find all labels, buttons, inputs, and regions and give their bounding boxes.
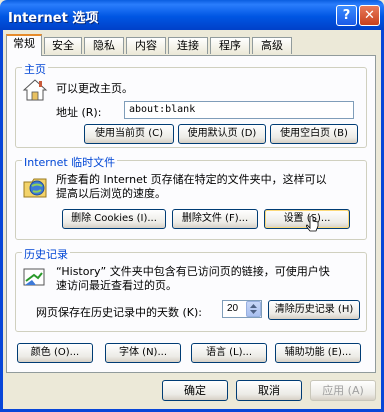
use-blank-button[interactable]: 使用空白页 (B) [270,124,358,144]
temp-files-group: Internet 临时文件 所查看的 Internet 页存储在特定的文件夹中，… [15,154,367,240]
delete-files-button[interactable]: 删除文件 (F)... [172,209,258,229]
ok-button[interactable]: 确定 [162,380,228,401]
use-current-button[interactable]: 使用当前页 (C) [84,124,174,144]
homepage-group: 主页 可以更改主页。 地址 (R): about:blank 使用当前页 (C)… [15,61,367,148]
accessibility-button[interactable]: 辅助功能 (E)... [275,343,361,363]
folder-globe-icon [23,178,47,198]
homepage-group-label: 主页 [22,61,48,77]
tab-advanced[interactable]: 高级 [252,37,292,54]
homepage-desc: 可以更改主页。 [56,82,133,95]
tab-content[interactable]: 内容 [126,37,166,54]
temp-files-desc-2: 提高以后浏览的速度。 [56,187,166,200]
history-group-label: 历史记录 [22,246,70,262]
close-button[interactable]: ✕ [359,5,380,26]
delete-cookies-button[interactable]: 删除 Cookies (I)... [62,209,166,229]
spinner-arrows-icon [250,304,257,314]
cancel-button[interactable]: 取消 [236,380,302,401]
temp-files-group-label: Internet 临时文件 [22,154,118,170]
cursor-pointer-icon [306,216,319,232]
tab-connections[interactable]: 连接 [168,37,208,54]
colors-button[interactable]: 颜色 (O)... [17,343,93,363]
history-desc-2: 速访问最近查看过的页。 [56,279,177,292]
clear-history-button[interactable]: 清除历史记录 (H) [268,300,360,320]
address-label: 地址 (R): [56,106,102,119]
title-bar: Internet 选项 ? ✕ [0,0,384,30]
use-default-button[interactable]: 使用默认页 (D) [178,124,266,144]
tab-panel-general: 主页 可以更改主页。 地址 (R): about:blank 使用当前页 (C)… [6,55,376,373]
languages-button[interactable]: 语言 (L)... [191,343,267,363]
history-days-label: 网页保存在历史记录中的天数 (K): [36,306,202,319]
help-button[interactable]: ? [336,5,357,26]
tab-programs[interactable]: 程序 [210,37,250,54]
tab-security[interactable]: 安全 [44,37,82,54]
tab-privacy[interactable]: 隐私 [84,37,124,54]
fonts-button[interactable]: 字体 (N)... [105,343,181,363]
history-icon [23,268,45,286]
address-input[interactable]: about:blank [124,101,354,119]
window-title: Internet 选项 [8,11,99,26]
history-group: 历史记录 “History” 文件夹中包含有已访问页的链接，可使用户快 速访问最… [15,246,367,332]
home-icon [22,79,48,101]
tab-general[interactable]: 常规 [6,34,42,56]
apply-button[interactable]: 应用 (A) [310,380,376,401]
history-days-spinner[interactable] [246,301,261,317]
